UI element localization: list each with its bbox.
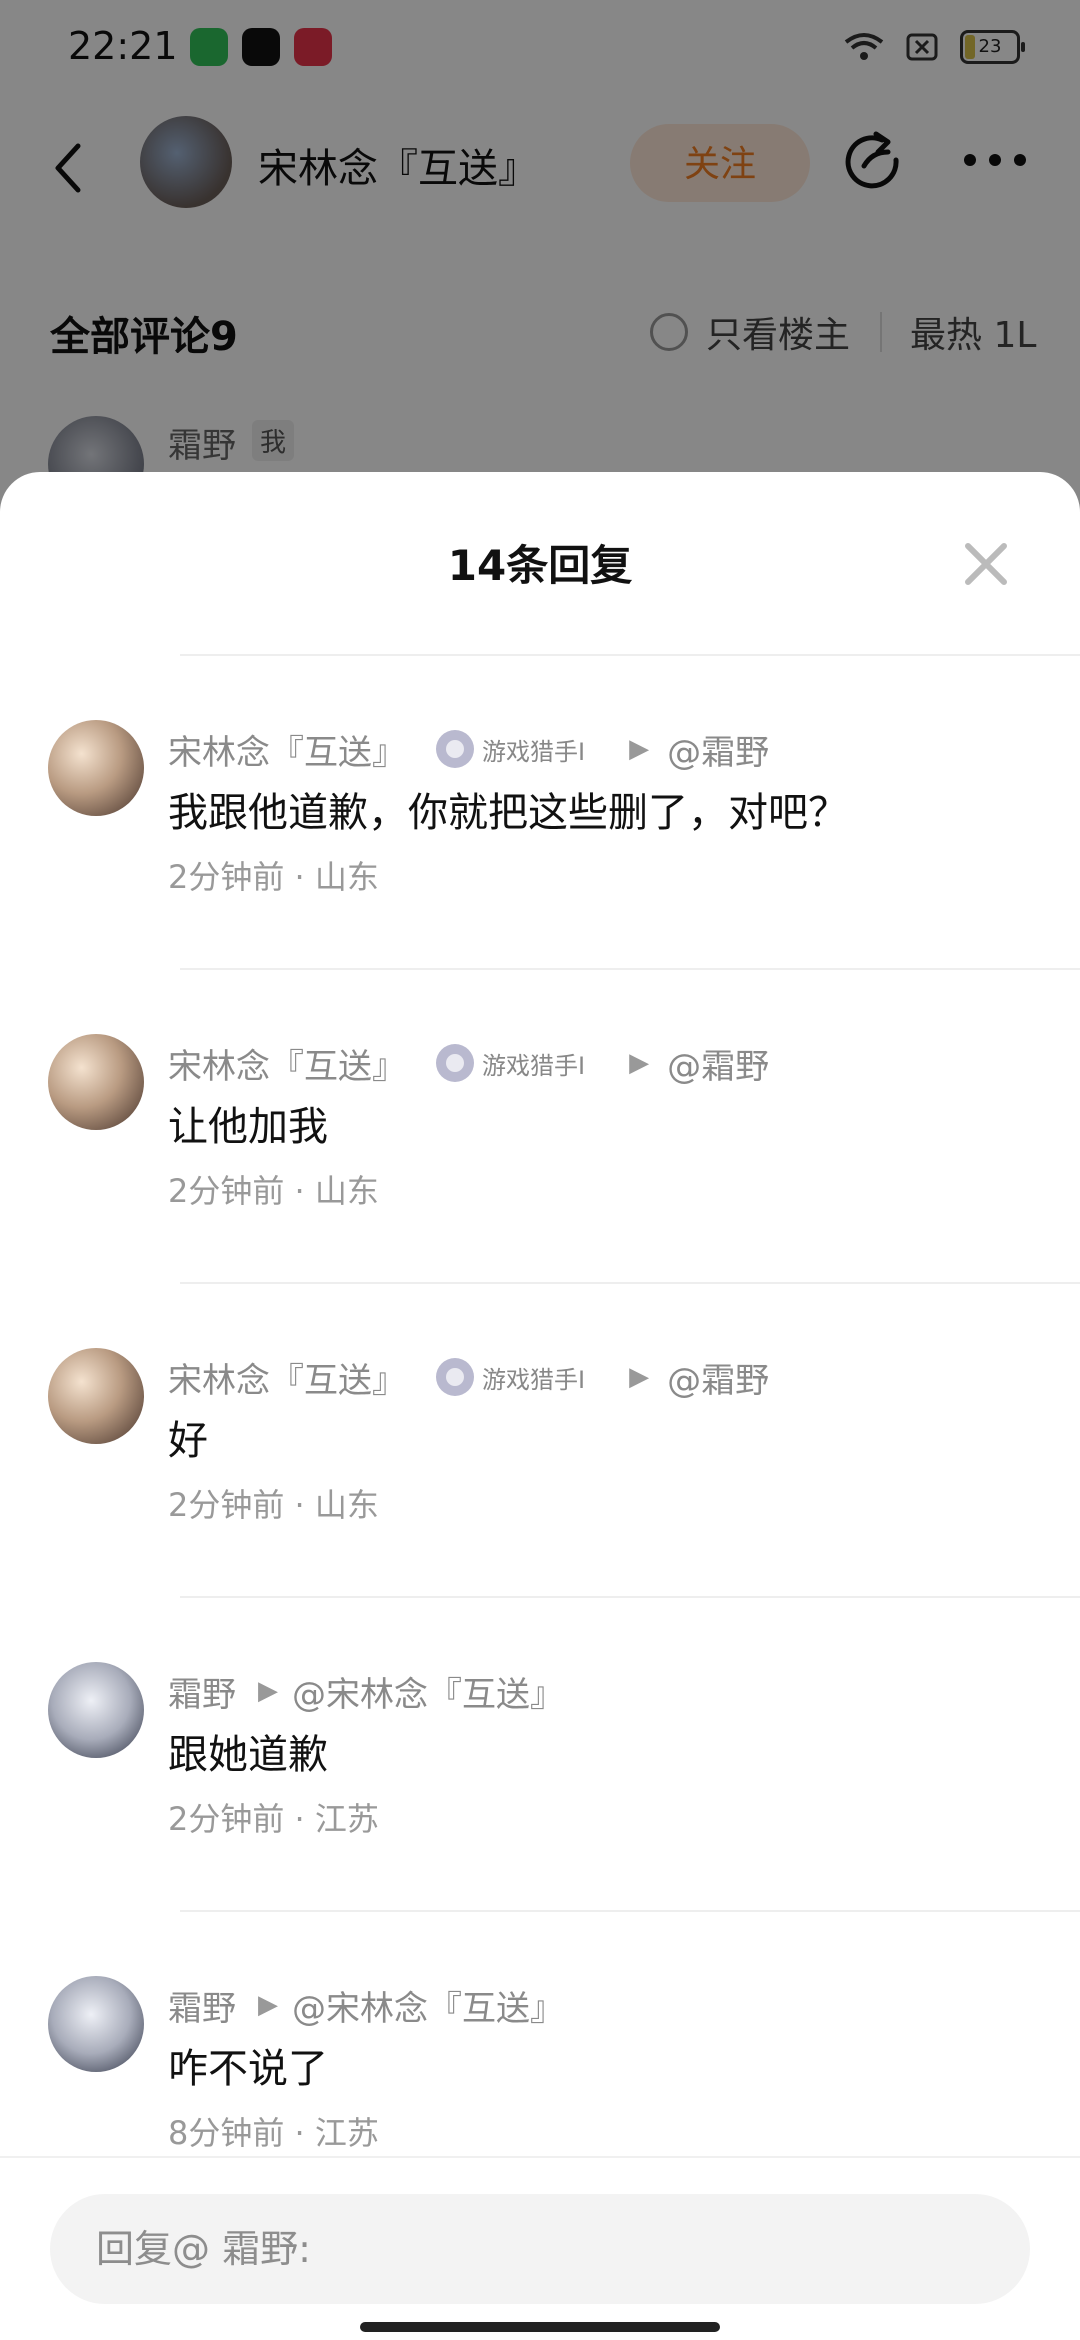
- reply-author[interactable]: 霜野: [168, 1667, 236, 1716]
- medal-badge: 游戏猎手I: [436, 730, 585, 768]
- list-item[interactable]: 霜野 ▶ @宋林念『互送』 跟她道歉 2分钟前 · 江苏: [0, 1598, 1080, 1912]
- reply-header: 霜野 ▶ @宋林念『互送』: [168, 1980, 564, 2030]
- medal-icon: [436, 1044, 474, 1082]
- reply-author[interactable]: 宋林念『互送』: [168, 1039, 406, 1088]
- reply-author[interactable]: 宋林念『互送』: [168, 725, 406, 774]
- reply-target[interactable]: @霜野: [667, 1039, 769, 1088]
- replies-sheet: 14条回复 宋林念『互送』 游戏猎手I ▶ @霜野 我跟他道歉，你就把这些删了，…: [0, 472, 1080, 2340]
- reply-header: 宋林念『互送』 游戏猎手I ▶ @霜野: [168, 724, 769, 774]
- sheet-title: 14条回复: [447, 541, 633, 590]
- reply-arrow-icon: ▶: [629, 1048, 650, 1078]
- avatar[interactable]: [48, 1662, 144, 1758]
- avatar[interactable]: [48, 720, 144, 816]
- reply-target[interactable]: @霜野: [667, 725, 769, 774]
- reply-header: 宋林念『互送』 游戏猎手I ▶ @霜野: [168, 1038, 769, 1088]
- reply-header: 宋林念『互送』 游戏猎手I ▶ @霜野: [168, 1352, 769, 1402]
- reply-meta: 8分钟前 · 江苏: [168, 2114, 379, 2152]
- reply-meta: 2分钟前 · 江苏: [168, 1800, 379, 1838]
- medal-badge: 游戏猎手I: [436, 1044, 585, 1082]
- reply-header: 霜野 ▶ @宋林念『互送』: [168, 1666, 564, 1716]
- reply-arrow-icon: ▶: [258, 1676, 278, 1706]
- reply-arrow-icon: ▶: [258, 1990, 278, 2020]
- medal-icon: [436, 730, 474, 768]
- reply-target[interactable]: @霜野: [667, 1353, 769, 1402]
- reply-author[interactable]: 宋林念『互送』: [168, 1353, 406, 1402]
- reply-text: 好: [168, 1418, 208, 1464]
- reply-arrow-icon: ▶: [629, 1362, 650, 1392]
- close-icon[interactable]: [960, 538, 1012, 590]
- medal-badge: 游戏猎手I: [436, 1358, 585, 1396]
- list-item[interactable]: 宋林念『互送』 游戏猎手I ▶ @霜野 我跟他道歉，你就把这些删了，对吧？ 2分…: [0, 656, 1080, 970]
- avatar[interactable]: [48, 1976, 144, 2072]
- reply-meta: 2分钟前 · 山东: [168, 1172, 379, 1210]
- reply-input[interactable]: [50, 2194, 1030, 2304]
- reply-text: 咋不说了: [168, 2046, 328, 2092]
- reply-input-bar: [0, 2156, 1080, 2340]
- list-item[interactable]: 宋林念『互送』 游戏猎手I ▶ @霜野 好 2分钟前 · 山东: [0, 1284, 1080, 1598]
- reply-text: 让他加我: [168, 1104, 328, 1150]
- reply-target[interactable]: @宋林念『互送』: [292, 1667, 564, 1716]
- replies-list: 宋林念『互送』 游戏猎手I ▶ @霜野 我跟他道歉，你就把这些删了，对吧？ 2分…: [0, 656, 1080, 2226]
- avatar[interactable]: [48, 1034, 144, 1130]
- reply-arrow-icon: ▶: [629, 734, 650, 764]
- reply-meta: 2分钟前 · 山东: [168, 858, 379, 896]
- reply-text: 我跟他道歉，你就把这些删了，对吧？: [168, 790, 848, 836]
- list-item[interactable]: 宋林念『互送』 游戏猎手I ▶ @霜野 让他加我 2分钟前 · 山东: [0, 970, 1080, 1284]
- reply-target[interactable]: @宋林念『互送』: [292, 1981, 564, 2030]
- home-indicator[interactable]: [360, 2322, 720, 2332]
- avatar[interactable]: [48, 1348, 144, 1444]
- reply-text: 跟她道歉: [168, 1732, 328, 1778]
- reply-author[interactable]: 霜野: [168, 1981, 236, 2030]
- medal-icon: [436, 1358, 474, 1396]
- reply-meta: 2分钟前 · 山东: [168, 1486, 379, 1524]
